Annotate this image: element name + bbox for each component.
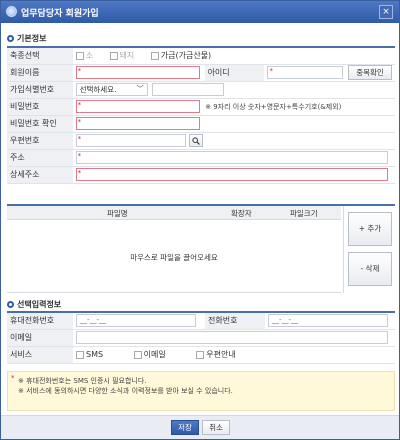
signup-window: 업무담당자 회원가입 × 기본정보 축종선택 소 돼지 가금(가금산물) 회원이… [0, 0, 400, 440]
service-option-sms[interactable]: SMS [76, 350, 103, 359]
service-option-email[interactable]: 이메일 [133, 349, 166, 360]
email-row: 이메일 [7, 329, 395, 347]
basic-info-table: 축종선택 소 돼지 가금(가금산물) 회원이름 * 아이디 * 중복확인 가입식… [7, 46, 395, 184]
search-icon [192, 137, 200, 145]
type-option-poultry[interactable]: 가금(가금산물) [150, 50, 211, 61]
cattle-checkbox[interactable] [75, 51, 84, 60]
password-row: 비밀번호 * ※ 9자리 이상 숫자+영문자+특수기호(&제외) [7, 98, 395, 116]
poultry-checkbox[interactable] [150, 51, 159, 60]
type-label: 축종선택 [7, 47, 73, 65]
type-option-cattle[interactable]: 소 [75, 50, 93, 61]
joinid-label: 가입식별번호 [7, 81, 73, 99]
service-label: 서비스 [7, 346, 73, 364]
password-confirm-input[interactable]: * [75, 117, 200, 130]
file-ext-header: 확장자 [231, 209, 252, 218]
basic-section-title: 기본정보 [7, 33, 46, 44]
file-buttons: + 추가 - 삭제 [343, 206, 395, 293]
zip-label: 우편번호 [7, 132, 73, 150]
mail-checkbox[interactable] [196, 350, 205, 359]
addr-row: 주소 * [7, 149, 395, 167]
addr-detail-label: 상세주소 [7, 166, 73, 184]
service-row: 서비스 SMS 이메일 우편안내 [7, 346, 395, 364]
phone-row: 휴대전화번호 __-__-__ 전화번호 __-__-__ [7, 312, 395, 330]
chevron-down-icon: ﹀ [136, 85, 144, 93]
password-confirm-label: 비밀번호 확인 [7, 115, 73, 133]
file-drop-zone[interactable]: 마우스로 파일을 끌어오세요 [7, 220, 341, 293]
save-button[interactable]: 저장 [171, 420, 199, 435]
footer-bar: 저장 취소 [1, 415, 399, 439]
email-input[interactable] [76, 331, 388, 344]
app-logo-icon [6, 6, 17, 17]
addr-label: 주소 [7, 149, 73, 167]
mobile-label: 휴대전화번호 [7, 312, 73, 330]
optional-section-title: 선택입력정보 [7, 299, 61, 310]
delete-file-button[interactable]: - 삭제 [348, 252, 392, 286]
file-table-header: 파일명 확장자 파일크기 [7, 206, 341, 220]
password-input[interactable]: * [75, 100, 200, 113]
optional-info-table: 휴대전화번호 __-__-__ 전화번호 __-__-__ 이메일 서비스 SM… [7, 311, 395, 364]
type-option-pig[interactable]: 돼지 [109, 50, 134, 61]
section-bullet-icon [7, 301, 14, 308]
pig-checkbox[interactable] [109, 51, 118, 60]
window-title: 업무담당자 회원가입 [21, 9, 99, 19]
notice-line: ※ 휴대전화번호는 SMS 인증시 필요합니다. [18, 377, 147, 385]
drop-message: 마우스로 파일을 끌어오세요 [130, 253, 218, 262]
email-checkbox[interactable] [133, 350, 142, 359]
close-button[interactable]: × [379, 5, 393, 19]
type-row: 축종선택 소 돼지 가금(가금산물) [7, 47, 395, 65]
name-input[interactable]: * [75, 66, 200, 79]
section-bullet-icon [7, 35, 14, 42]
title-bar: 업무담당자 회원가입 × [1, 1, 399, 23]
id-label: 아이디 [204, 64, 265, 82]
joinid-row: 가입식별번호 선택하세요. ﹀ [7, 81, 395, 99]
mobile-input[interactable]: __-__-__ [76, 314, 196, 328]
search-button[interactable] [189, 134, 204, 147]
id-input[interactable]: * [267, 66, 344, 79]
notice-flag-icon: * [11, 374, 15, 382]
id-check-button[interactable]: 중복확인 [348, 65, 392, 80]
name-row: 회원이름 * 아이디 * 중복확인 [7, 64, 395, 82]
email-label: 이메일 [7, 329, 73, 347]
zip-row: 우편번호 * [7, 132, 395, 150]
file-size-header: 파일크기 [290, 209, 318, 218]
joinid-input[interactable] [152, 83, 225, 96]
joinid-select[interactable]: 선택하세요. ﹀ [75, 83, 148, 96]
file-upload-area: 파일명 확장자 파일크기 마우스로 파일을 끌어오세요 + 추가 - 삭제 [7, 204, 395, 293]
sms-checkbox[interactable] [76, 350, 84, 359]
addr-detail-input[interactable]: * [75, 168, 388, 181]
name-label: 회원이름 [7, 64, 73, 82]
service-option-mail[interactable]: 우편안내 [196, 349, 236, 360]
zip-input[interactable]: * [75, 134, 186, 147]
notice-line: ※ 서비스에 동의하시면 다양한 소식과 이력정보를 받아 보실 수 있습니다. [18, 387, 233, 395]
phone-input[interactable]: __-__-__ [268, 314, 388, 328]
cancel-button[interactable]: 취소 [202, 420, 230, 435]
addr-input[interactable]: * [75, 151, 388, 164]
password-hint: ※ 9자리 이상 숫자+영문자+특수기호(&제외) [205, 103, 342, 111]
password-confirm-row: 비밀번호 확인 * [7, 115, 395, 133]
phone-label: 전화번호 [205, 312, 265, 330]
file-name-header: 파일명 [107, 209, 128, 218]
addr-detail-row: 상세주소 * [7, 166, 395, 184]
password-label: 비밀번호 [7, 98, 73, 116]
notice-box: * ※ 휴대전화번호는 SMS 인증시 필요합니다. ※ 서비스에 동의하시면 … [7, 371, 395, 411]
add-file-button[interactable]: + 추가 [348, 212, 392, 246]
